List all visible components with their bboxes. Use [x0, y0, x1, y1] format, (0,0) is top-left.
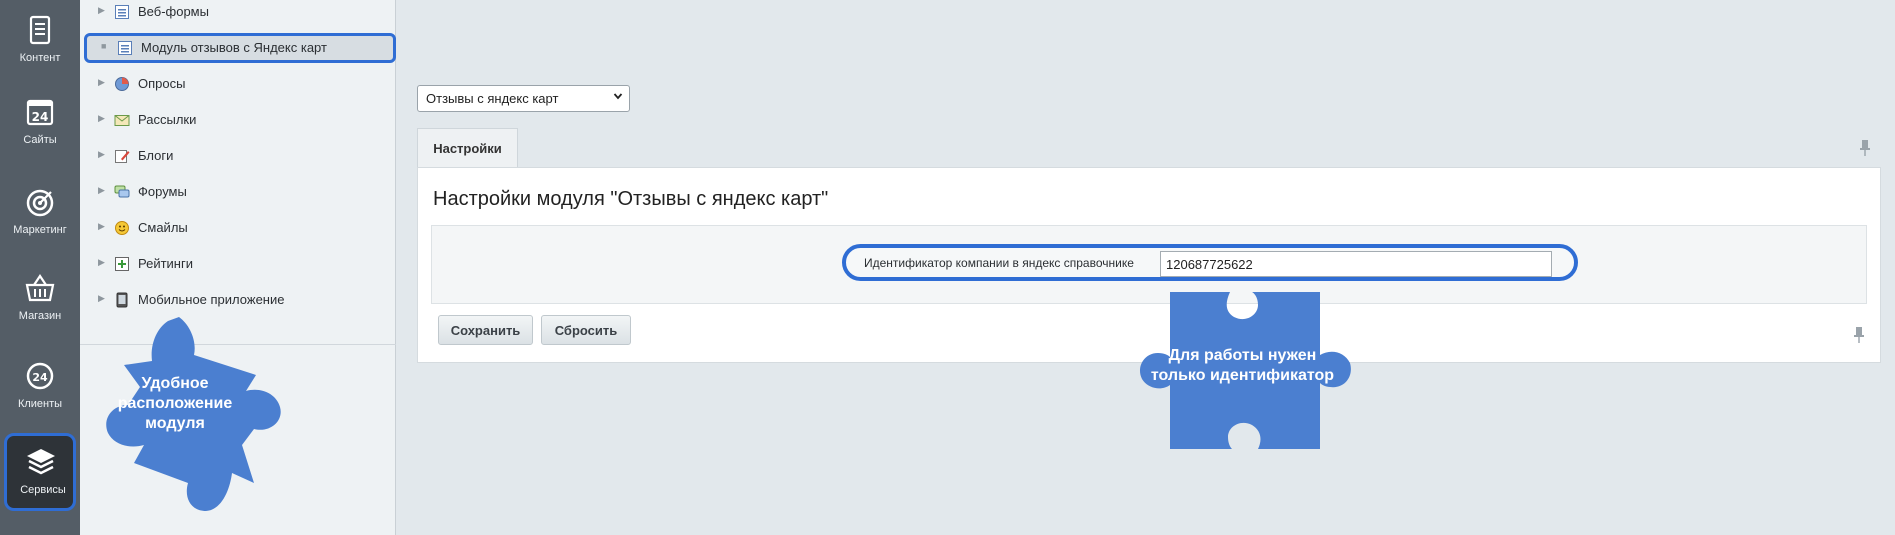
pin-icon[interactable]: [1853, 326, 1865, 344]
tree-item-ratings[interactable]: ▶ Рейтинги: [80, 249, 396, 279]
company-id-input[interactable]: 120687725622: [1160, 251, 1552, 277]
tree-item-mailings[interactable]: ▶ Рассылки: [80, 105, 396, 135]
expand-arrow-icon[interactable]: ▶: [98, 113, 105, 124]
basket-icon: [25, 274, 55, 302]
svg-text:24: 24: [32, 371, 48, 384]
company-id-row: Идентификатор компании в яндекс справочн…: [842, 244, 1578, 281]
callout-right-text: Для работы нужен только идентификатор: [1150, 347, 1335, 384]
tree-item-label: Смайлы: [138, 220, 188, 235]
rail-label: Клиенты: [17, 398, 63, 410]
smiley-icon: [115, 221, 129, 235]
rail-item-clients[interactable]: 24 Клиенты: [0, 352, 80, 438]
tree-item-label: Модуль отзывов с Яндекс карт: [141, 40, 327, 55]
tree-item-label: Опросы: [138, 76, 186, 91]
tree-item-label: Рейтинги: [138, 256, 193, 271]
tree-item-smileys[interactable]: ▶ Смайлы: [80, 213, 396, 243]
module-select-value: Отзывы с яндекс карт: [426, 91, 559, 106]
tree-item-label: Блоги: [138, 148, 174, 163]
tree-item-web-forms[interactable]: ▶ Веб-формы: [80, 0, 396, 27]
tab-settings[interactable]: Настройки: [417, 128, 518, 168]
rail-item-services[interactable]: Сервисы: [4, 433, 76, 511]
expand-arrow-icon[interactable]: ▶: [98, 5, 105, 16]
svg-text:24: 24: [32, 110, 49, 124]
rail-label: Сайты: [23, 134, 57, 146]
expand-arrow-icon[interactable]: ▶: [98, 221, 105, 232]
expand-arrow-icon[interactable]: ▶: [98, 149, 105, 160]
blog-pencil-icon: [115, 150, 130, 163]
expand-arrow-icon[interactable]: ▶: [98, 77, 105, 88]
tree-item-label: Форумы: [138, 184, 187, 199]
rail-item-marketing[interactable]: Маркетинг: [0, 178, 80, 264]
leaf-marker-icon: ■: [101, 41, 107, 51]
layers-icon: [27, 449, 55, 475]
rail-item-shop[interactable]: Магазин: [0, 264, 80, 350]
tree-item-yandex-reviews-module[interactable]: ■ Модуль отзывов с Яндекс карт: [84, 33, 396, 63]
left-rail: Контент 24 Сайты Маркетинг Магазин 24 Кл…: [0, 0, 80, 535]
target-icon: [26, 189, 54, 217]
rail-label: Контент: [19, 52, 61, 64]
reset-button[interactable]: Сбросить: [541, 315, 631, 345]
rail-item-sites[interactable]: 24 Сайты: [0, 88, 80, 174]
document-icon: [29, 15, 51, 45]
form-icon: [118, 41, 132, 55]
calendar-24-icon: 24: [26, 99, 54, 126]
tree-item-label: Рассылки: [138, 112, 197, 127]
pie-chart-icon: [115, 77, 129, 91]
tree-item-forums[interactable]: ▶ Форумы: [80, 177, 396, 207]
expand-arrow-icon[interactable]: ▶: [98, 257, 105, 268]
module-select[interactable]: Отзывы с яндекс карт: [417, 85, 630, 112]
chat-icon: [114, 185, 130, 198]
callout-left-text: Удобное расположение модуля: [117, 375, 233, 432]
tree-item-polls[interactable]: ▶ Опросы: [80, 69, 396, 99]
company-id-label: Идентификатор компании в яндекс справочн…: [864, 256, 1134, 270]
pin-icon[interactable]: [1859, 139, 1871, 157]
tree-item-label: Веб-формы: [138, 4, 209, 19]
save-button[interactable]: Сохранить: [438, 315, 533, 345]
clients-24-icon: 24: [26, 362, 54, 390]
form-icon: [115, 5, 129, 19]
expand-arrow-icon[interactable]: ▶: [98, 185, 105, 196]
rating-plus-icon: [115, 257, 129, 271]
rail-item-content[interactable]: Контент: [0, 6, 80, 92]
envelope-icon: [114, 115, 130, 126]
tree-item-blogs[interactable]: ▶ Блоги: [80, 141, 396, 171]
rail-label: Магазин: [18, 310, 62, 322]
expand-arrow-icon[interactable]: ▶: [98, 293, 105, 304]
chevron-down-icon: [613, 93, 623, 100]
page-title: Настройки модуля "Отзывы с яндекс карт": [433, 188, 829, 210]
rail-label: Маркетинг: [13, 224, 67, 236]
rail-label: Сервисы: [20, 484, 66, 496]
